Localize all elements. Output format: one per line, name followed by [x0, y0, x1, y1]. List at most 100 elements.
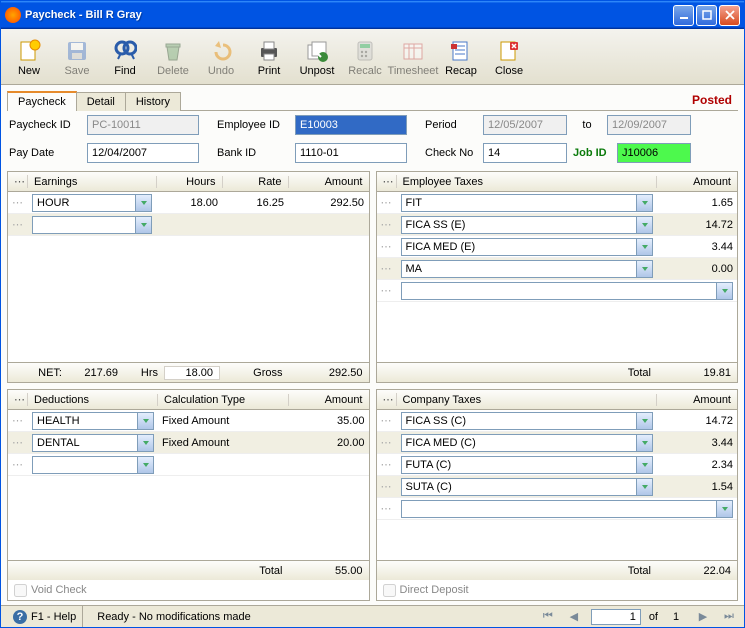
chevron-down-icon[interactable]	[135, 217, 151, 233]
toolbar-find-button[interactable]: Find	[101, 31, 149, 82]
find-icon	[111, 37, 139, 65]
row-options-icon[interactable]: ⋯	[377, 280, 397, 301]
chevron-down-icon[interactable]	[636, 217, 652, 233]
chevron-down-icon[interactable]	[636, 239, 652, 255]
direct-deposit-checkbox[interactable]	[383, 584, 396, 597]
chevron-down-icon[interactable]	[716, 283, 732, 299]
period-from-field[interactable]: 12/05/2007	[483, 115, 567, 135]
help-label: F1 - Help	[31, 611, 76, 623]
row-options-icon[interactable]: ⋯	[377, 410, 397, 431]
combo-field[interactable]: HOUR	[32, 194, 152, 212]
combo-field[interactable]	[32, 456, 154, 474]
row-options-icon[interactable]: ⋯	[377, 258, 397, 279]
earnings-options-icon[interactable]: ⋯	[8, 175, 28, 188]
close-window-button[interactable]	[719, 5, 740, 26]
combo-field[interactable]: FICA SS (E)	[401, 216, 654, 234]
combo-field[interactable]: DENTAL	[32, 434, 154, 452]
row-options-icon[interactable]: ⋯	[8, 410, 28, 431]
combo-field[interactable]: SUTA (C)	[401, 478, 654, 496]
toolbar-print-button[interactable]: Print	[245, 31, 293, 82]
chevron-down-icon[interactable]	[636, 195, 652, 211]
combo-field[interactable]	[401, 282, 734, 300]
chevron-down-icon[interactable]	[135, 195, 151, 211]
period-label: Period	[425, 119, 477, 131]
row-options-icon[interactable]: ⋯	[377, 476, 397, 497]
chevron-down-icon[interactable]	[636, 261, 652, 277]
chevron-down-icon[interactable]	[137, 457, 153, 473]
combo-field[interactable]: MA	[401, 260, 654, 278]
comp-taxes-total-label: Total	[377, 565, 658, 577]
toolbar-recalc-button: Recalc	[341, 31, 389, 82]
help-icon[interactable]: ?	[13, 610, 27, 624]
deduction-empty-row: ⋯	[8, 454, 369, 476]
deductions-options-icon[interactable]: ⋯	[8, 393, 28, 406]
toolbar-close-button[interactable]: Close	[485, 31, 533, 82]
combo-field[interactable]: HEALTH	[32, 412, 154, 430]
chevron-down-icon[interactable]	[137, 413, 153, 429]
row-options-icon[interactable]: ⋯	[8, 192, 28, 213]
row-options-icon[interactable]: ⋯	[377, 236, 397, 257]
row-options-icon[interactable]: ⋯	[377, 498, 397, 519]
maximize-button[interactable]	[696, 5, 717, 26]
chevron-down-icon[interactable]	[636, 413, 652, 429]
combo-field[interactable]	[32, 216, 152, 234]
new-icon	[15, 37, 43, 65]
tab-paycheck[interactable]: Paycheck	[7, 91, 77, 111]
chevron-down-icon[interactable]	[636, 479, 652, 495]
chevron-down-icon[interactable]	[716, 501, 732, 517]
row-options-icon[interactable]: ⋯	[377, 454, 397, 475]
employee-id-field[interactable]: E10003	[295, 115, 407, 135]
hrs-value: 18.00	[164, 366, 220, 380]
paycheck-id-field[interactable]: PC-10011	[87, 115, 199, 135]
check-no-field[interactable]: 14	[483, 143, 567, 163]
period-to-field[interactable]: 12/09/2007	[607, 115, 691, 135]
row-options-icon[interactable]: ⋯	[8, 432, 28, 453]
status-message: Ready - No modifications made	[97, 611, 250, 623]
deductions-total: 55.00	[289, 565, 369, 577]
emp-taxes-title: Employee Taxes	[397, 176, 658, 188]
combo-field[interactable]	[401, 500, 734, 518]
earnings-panel: ⋯ Earnings Hours Rate Amount ⋯HOUR18.001…	[7, 171, 370, 383]
combo-field[interactable]: FICA MED (C)	[401, 434, 654, 452]
pay-date-field[interactable]: 12/04/2007	[87, 143, 199, 163]
nav-next-button[interactable]: ▶	[694, 609, 712, 625]
paycheck-id-label: Paycheck ID	[9, 119, 81, 131]
row-options-icon[interactable]: ⋯	[8, 454, 28, 475]
toolbar-save-button: Save	[53, 31, 101, 82]
chevron-down-icon[interactable]	[137, 435, 153, 451]
nav-last-button[interactable]: ⏭	[720, 609, 738, 625]
deduction-row: ⋯DENTALFixed Amount20.00	[8, 432, 369, 454]
comp-taxes-options-icon[interactable]: ⋯	[377, 393, 397, 406]
nav-prev-button[interactable]: ◀	[565, 609, 583, 625]
deductions-title: Deductions	[28, 394, 158, 406]
tab-history[interactable]: History	[125, 92, 181, 111]
earnings-empty-row: ⋯	[8, 214, 369, 236]
print-icon	[255, 37, 283, 65]
deduction-row: ⋯HEALTHFixed Amount35.00	[8, 410, 369, 432]
comp-taxes-col-amount: Amount	[657, 394, 737, 406]
minimize-button[interactable]	[673, 5, 694, 26]
void-check-checkbox[interactable]	[14, 584, 27, 597]
row-options-icon[interactable]: ⋯	[377, 214, 397, 235]
page-field[interactable]	[591, 609, 641, 625]
chevron-down-icon[interactable]	[636, 435, 652, 451]
combo-field[interactable]: FICA SS (C)	[401, 412, 654, 430]
row-options-icon[interactable]: ⋯	[8, 214, 28, 235]
tab-detail[interactable]: Detail	[76, 92, 126, 111]
combo-field[interactable]: FUTA (C)	[401, 456, 654, 474]
emp-taxes-options-icon[interactable]: ⋯	[377, 175, 397, 188]
toolbar-recap-button[interactable]: Recap	[437, 31, 485, 82]
earnings-col-rate: Rate	[223, 176, 289, 188]
row-options-icon[interactable]: ⋯	[377, 192, 397, 213]
bank-id-field[interactable]: 1110-01	[295, 143, 407, 163]
job-id-field[interactable]: J10006	[617, 143, 691, 163]
row-options-icon[interactable]: ⋯	[377, 432, 397, 453]
chevron-down-icon[interactable]	[636, 457, 652, 473]
nav-first-button[interactable]: ⏮	[539, 609, 557, 625]
toolbar-new-button[interactable]: New	[5, 31, 53, 82]
toolbar-unpost-button[interactable]: Unpost	[293, 31, 341, 82]
comp-tax-row: ⋯FUTA (C)2.34	[377, 454, 738, 476]
page-total: 1	[666, 611, 686, 623]
combo-field[interactable]: FIT	[401, 194, 654, 212]
combo-field[interactable]: FICA MED (E)	[401, 238, 654, 256]
